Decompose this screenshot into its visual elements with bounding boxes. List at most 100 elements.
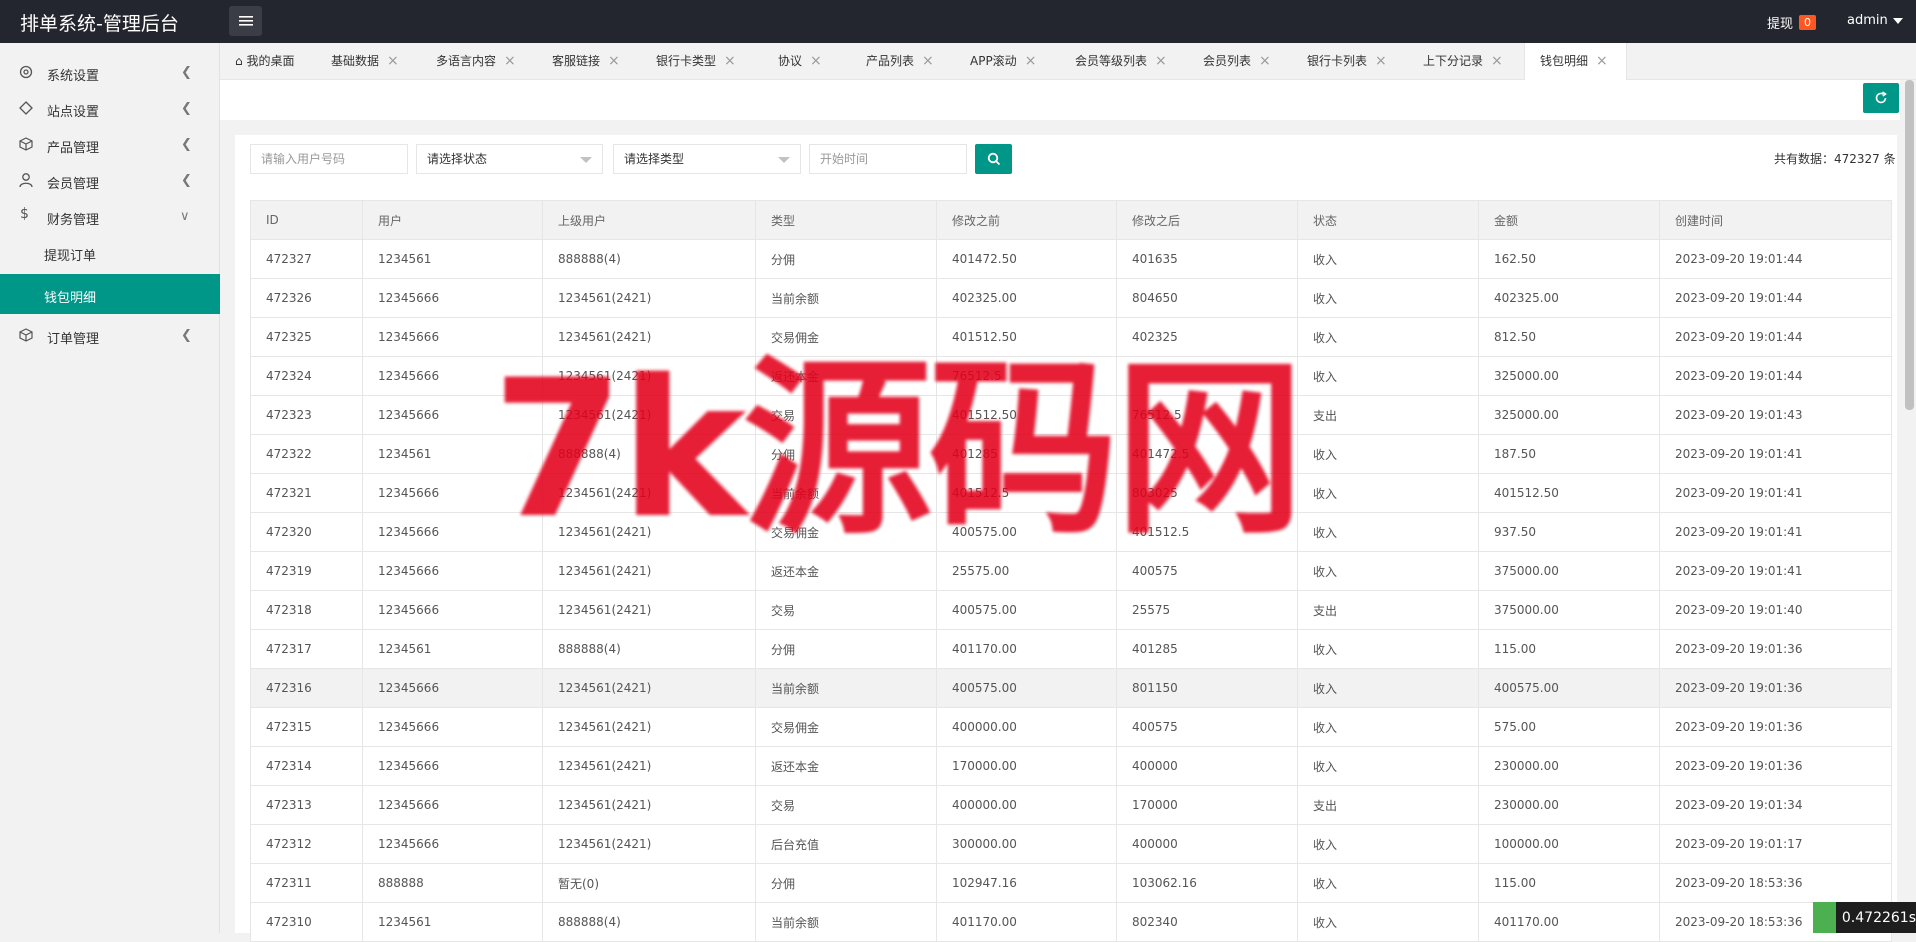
tab-score-records[interactable]: 上下分记录 × [1408,43,1503,80]
table-cell: 12345666 [362,395,543,435]
table-row[interactable]: 472312 12345666 1234561(2421) 后台充值 300000.00… [250,824,1892,864]
sidebar-item-withdraw-orders[interactable]: 提现订单 [0,234,220,270]
tab-my-desktop[interactable]: ⌂ 我的桌面 [220,43,294,80]
close-icon[interactable]: × [387,53,399,69]
tab-bar: ⌂ 我的桌面 基础数据 × 多语言内容 × 客服链接 × 银行卡类型 × 协议 × 产品列… [220,43,1916,80]
sidebar-item-label: 会员管理 [47,177,100,192]
chevron-left-icon: ❮ [181,137,192,152]
close-icon[interactable]: × [608,53,620,69]
tab-label: 钱包明细 [1540,54,1589,68]
table-cell: 返还本金 [755,746,937,786]
table-row[interactable]: 472319 12345666 1234561(2421) 返还本金 25575.00 4… [250,551,1892,591]
table-cell: 2023-09-20 19:01:41 [1659,473,1892,513]
close-icon[interactable]: × [504,53,516,69]
app-title: 排单系统-管理后台 [20,13,179,35]
sidebar-item-system-settings[interactable]: 系统设置 ❮ [0,54,220,90]
refresh-button[interactable] [1863,83,1899,113]
start-time-input[interactable]: 开始时间 [809,144,967,174]
table-row[interactable]: 472324 12345666 1234561(2421) 返还本金 76512.5 收入… [250,356,1892,396]
table-row[interactable]: 472322 1234561 888888(4) 分佣 401285 401472.5 收入… [250,434,1892,474]
table-row[interactable]: 472321 12345666 1234561(2421) 当前余额 401512.5 8… [250,473,1892,513]
menu-toggle-button[interactable] [229,6,262,36]
close-icon[interactable]: × [1259,53,1271,69]
tab-product-list[interactable]: 产品列表 × [851,43,934,80]
sidebar-item-order-management[interactable]: 订单管理 ❮ [0,317,220,353]
close-icon[interactable]: × [922,53,934,69]
tab-bankcard-list[interactable]: 银行卡列表 × [1292,43,1387,80]
sidebar-item-member-management[interactable]: 会员管理 ❮ [0,162,220,198]
caret-down-icon [1892,17,1903,24]
table-row[interactable]: 472318 12345666 1234561(2421) 交易 400575.00 25… [250,590,1892,630]
table-cell: 当前余额 [755,473,937,513]
type-select-value: 请选择类型 [624,152,685,166]
tab-label: 银行卡类型 [656,54,717,68]
tab-multilang[interactable]: 多语言内容 × [421,43,516,80]
table-cell: 472312 [250,824,363,864]
table-row[interactable]: 472317 1234561 888888(4) 分佣 401170.00 401285 收… [250,629,1892,669]
tab-agreement[interactable]: 协议 × [763,43,822,80]
table-cell: 400000 [1116,824,1298,864]
table-row[interactable]: 472323 12345666 1234561(2421) 交易 401512.50 76… [250,395,1892,435]
close-icon[interactable]: × [1155,53,1167,69]
sidebar-item-label: 系统设置 [47,69,100,84]
sidebar-item-site-settings[interactable]: 站点设置 ❮ [0,90,220,126]
table-row[interactable]: 472316 12345666 1234561(2421) 当前余额 400575.00… [250,668,1892,708]
tab-app-scroll[interactable]: APP滚动 × [955,43,1036,80]
table-cell: 12345666 [362,824,543,864]
table-cell: 分佣 [755,863,937,903]
table-row[interactable]: 472311 888888 暂无(0) 分佣 102947.16 103062.16 收入 1… [250,863,1892,903]
dropdown-arrow-icon [778,157,790,163]
table-cell: 交易 [755,785,937,825]
tab-wallet-details[interactable]: 钱包明细 × [1524,43,1627,80]
tab-member-level[interactable]: 会员等级列表 × [1060,43,1167,80]
timer-logo-icon [1813,902,1836,933]
table-cell: 401170.00 [1478,902,1660,942]
table-row[interactable]: 472327 1234561 888888(4) 分佣 401472.50 401635 收… [250,239,1892,279]
status-select[interactable]: 请选择状态 [416,144,603,174]
sidebar-item-wallet-details[interactable]: 钱包明细 [0,274,220,314]
type-select[interactable]: 请选择类型 [613,144,801,174]
tab-basic-data[interactable]: 基础数据 × [316,43,399,80]
table-row[interactable]: 472320 12345666 1234561(2421) 交易佣金 400575.00… [250,512,1892,552]
search-button[interactable] [975,144,1012,174]
sidebar-item-label: 提现订单 [44,249,97,264]
username: admin [1847,13,1888,28]
table-cell: 25575 [1116,590,1298,630]
table-cell [1116,356,1298,396]
table-cell: 802340 [1116,902,1298,942]
table-cell: 76512.5 [936,356,1117,396]
user-menu[interactable]: admin [1847,13,1903,28]
scrollbar[interactable] [1905,80,1914,410]
table-cell: 收入 [1297,863,1479,903]
table-cell: 1234561 [362,629,543,669]
table-cell: 1234561(2421) [542,473,756,513]
table-cell: 收入 [1297,707,1479,747]
close-icon[interactable]: × [1491,53,1503,69]
sidebar-item-product-management[interactable]: 产品管理 ❮ [0,126,220,162]
tab-service-link[interactable]: 客服链接 × [537,43,620,80]
table-row[interactable]: 472310 1234561 888888(4) 当前余额 401170.00 80234… [250,902,1892,942]
table-row[interactable]: 472313 12345666 1234561(2421) 交易 400000.00 17… [250,785,1892,825]
close-icon[interactable]: × [1025,53,1037,69]
table-cell: 402325.00 [1478,278,1660,318]
tab-bankcard-type[interactable]: 银行卡类型 × [641,43,736,80]
table-cell: 12345666 [362,317,543,357]
menu-icon [238,16,253,26]
close-icon[interactable]: × [724,53,736,69]
table-cell: 100000.00 [1478,824,1660,864]
close-icon[interactable]: × [1596,53,1608,69]
table-cell: 支出 [1297,590,1479,630]
table-row[interactable]: 472314 12345666 1234561(2421) 返还本金 170000.00… [250,746,1892,786]
close-icon[interactable]: × [1375,53,1387,69]
table-cell: 1234561(2421) [542,707,756,747]
user-number-input[interactable]: 请输入用户号码 [250,144,408,174]
table-row[interactable]: 472326 12345666 1234561(2421) 当前余额 402325.00… [250,278,1892,318]
tab-member-list[interactable]: 会员列表 × [1188,43,1271,80]
close-icon[interactable]: × [810,53,822,69]
table-row[interactable]: 472315 12345666 1234561(2421) 交易佣金 400000.00… [250,707,1892,747]
sidebar-item-finance-management[interactable]: $ 财务管理 ∨ [0,198,220,234]
table-row[interactable]: 472325 12345666 1234561(2421) 交易佣金 401512.50… [250,317,1892,357]
table-cell: 2023-09-20 19:01:36 [1659,707,1892,747]
withdraw-link[interactable]: 提现 0 [1767,13,1817,32]
table-cell: 1234561(2421) [542,668,756,708]
